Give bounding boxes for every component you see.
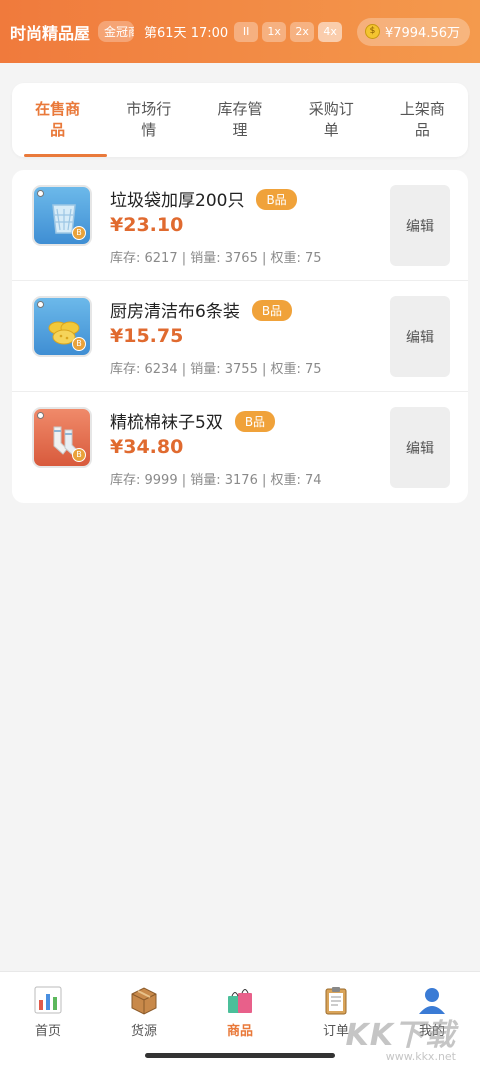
nav-label: 货源 xyxy=(130,1024,157,1039)
nav-item-home[interactable]: 首页 xyxy=(0,972,96,1066)
list-item: B 厨房清洁布6条装 B品 ¥15.75 库存: 6234 | 销量: 3755 … xyxy=(12,281,468,392)
list-item: B 精梳棉袜子5双 B品 ¥34.80 库存: 9999 | 销量: 3176 |… xyxy=(12,392,468,503)
nav-label: 首页 xyxy=(34,1024,61,1039)
money-display: $ ¥7994.56万 xyxy=(356,17,470,46)
tag-hole-icon xyxy=(37,301,44,308)
game-day-time: 第61天 17:00 xyxy=(144,26,229,41)
edit-button[interactable]: 编辑 xyxy=(390,185,450,266)
tab-on-sale[interactable]: 在售商品 xyxy=(12,83,108,157)
watermark-logo: KK下载 xyxy=(345,1018,456,1053)
speed-4x-button[interactable]: 4x xyxy=(318,21,343,42)
tag-hole-icon xyxy=(37,412,44,419)
watermark: KK下载 www.kkx.net xyxy=(346,1010,457,1063)
product-stats: 库存: 6217 | 销量: 3765 | 权重: 75 xyxy=(110,251,322,266)
nav-item-products[interactable]: 商品 xyxy=(192,972,288,1066)
product-price: ¥15.75 xyxy=(110,325,184,347)
edit-button[interactable]: 编辑 xyxy=(390,407,450,488)
package-icon xyxy=(131,987,157,1015)
nav-label: 商品 xyxy=(226,1024,253,1039)
grade-mark: B xyxy=(72,226,86,240)
product-name: 精梳棉袜子5双 B品 xyxy=(110,408,276,433)
grade-badge: B品 xyxy=(234,411,276,432)
top-header: 时尚精品屋 金冠商 第61天 17:00 II 1x 2x 4x $ ¥7994… xyxy=(0,0,480,63)
tab-market[interactable]: 市场行情 xyxy=(103,83,194,157)
tab-inventory[interactable]: 库存管理 xyxy=(194,83,285,157)
level-badge: 金冠商 xyxy=(98,21,135,42)
grade-badge: B品 xyxy=(256,189,297,210)
product-thumbnail: B xyxy=(32,407,92,468)
home-indicator[interactable] xyxy=(145,1053,335,1058)
category-tabs: 在售商品 市场行情 库存管理 采购订单 上架商品 xyxy=(12,83,468,157)
nav-item-supply[interactable]: 货源 xyxy=(96,972,192,1066)
product-name-text: 垃圾袋加厚200只 xyxy=(110,191,245,211)
grade-mark: B xyxy=(72,448,86,462)
product-price: ¥23.10 xyxy=(110,214,184,236)
list-item: B 垃圾袋加厚200只 B品 ¥23.10 库存: 6217 | 销量: 3765… xyxy=(12,170,468,281)
product-name-text: 厨房清洁布6条装 xyxy=(110,302,240,322)
product-name: 垃圾袋加厚200只 B品 xyxy=(110,186,297,211)
shopping-bags-icon xyxy=(228,989,252,1013)
product-price: ¥34.80 xyxy=(110,436,184,458)
product-thumbnail: B xyxy=(32,185,92,246)
bar-chart-icon xyxy=(34,986,62,1014)
edit-button[interactable]: 编辑 xyxy=(390,296,450,377)
speed-2x-button[interactable]: 2x xyxy=(290,21,315,42)
tag-hole-icon xyxy=(37,190,44,197)
money-amount: ¥7994.56万 xyxy=(384,26,460,41)
product-list: B 垃圾袋加厚200只 B品 ¥23.10 库存: 6217 | 销量: 3765… xyxy=(12,170,468,503)
shop-name: 时尚精品屋 xyxy=(10,23,91,43)
pause-button[interactable]: II xyxy=(234,21,259,42)
speed-1x-button[interactable]: 1x xyxy=(262,21,287,42)
coin-bag-icon: $ xyxy=(364,24,380,39)
product-name: 厨房清洁布6条装 B品 xyxy=(110,297,293,322)
product-stats: 库存: 6234 | 销量: 3755 | 权重: 75 xyxy=(110,362,322,377)
grade-badge: B品 xyxy=(251,300,293,321)
product-name-text: 精梳棉袜子5双 xyxy=(110,413,223,433)
product-stats: 库存: 9999 | 销量: 3176 | 权重: 74 xyxy=(110,473,322,488)
grade-mark: B xyxy=(72,337,86,351)
tab-listing[interactable]: 上架商品 xyxy=(377,83,468,157)
product-thumbnail: B xyxy=(32,296,92,357)
tab-purchase-orders[interactable]: 采购订单 xyxy=(286,83,377,157)
